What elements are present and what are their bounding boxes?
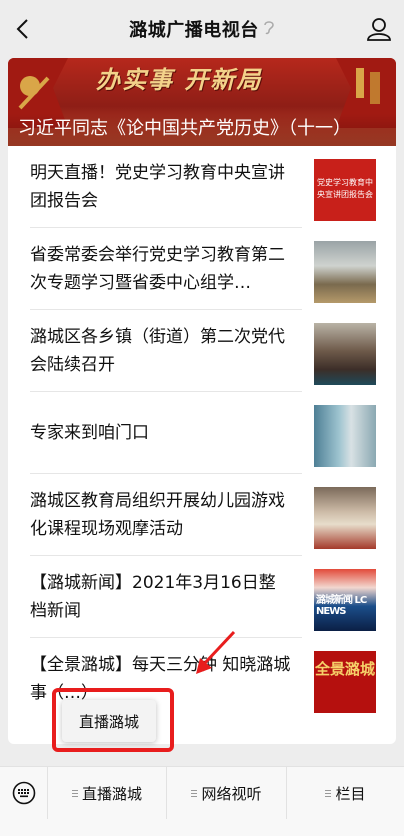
- tab-live[interactable]: 直播潞城: [48, 767, 167, 819]
- article-thumbnail: [314, 487, 376, 549]
- thumbnail-caption: 党史学习教育中央宣讲团报告会: [317, 178, 373, 199]
- article-title: 潞城区教育局组织开展幼儿园游戏化课程现场观摩活动: [30, 491, 285, 539]
- banner-caption[interactable]: 习近平同志《论中国共产党历史》（十一）: [8, 114, 396, 146]
- user-profile-button[interactable]: [366, 16, 392, 42]
- tab-columns[interactable]: 栏目: [287, 767, 404, 819]
- list-item[interactable]: 潞城区各乡镇（街道）第二次党代会陆续召开: [8, 310, 396, 392]
- top-bar: 潞城广播电视台: [0, 0, 404, 58]
- tab-network-video[interactable]: 网络视听: [167, 767, 287, 819]
- article-title: 专家来到咱门口: [30, 423, 149, 443]
- article-thumbnail: 潞城新闻 LC NEWS: [314, 569, 376, 631]
- banner-slogan: 办实事 开新局: [96, 65, 263, 94]
- menu-lines-icon: [191, 789, 198, 797]
- article-title: 潞城区各乡镇（街道）第二次党代会陆续召开: [30, 327, 285, 375]
- user-icon: [367, 18, 391, 41]
- banner[interactable]: 办实事 开新局 习近平同志《论中国共产党历史》（十一）: [8, 58, 396, 146]
- thumbnail-caption: 潞城新闻 LC NEWS: [316, 595, 367, 617]
- tab-label: 网络视听: [201, 784, 262, 803]
- keyboard-icon: [12, 781, 35, 805]
- bottom-menu-bar: 直播潞城 网络视听 栏目: [0, 766, 404, 836]
- article-thumbnail: [314, 241, 376, 303]
- article-thumbnail: 全景潞城: [314, 651, 376, 713]
- page-title: 潞城广播电视台: [129, 20, 259, 41]
- back-button[interactable]: [8, 14, 36, 44]
- list-item[interactable]: 专家来到咱门口: [8, 392, 396, 474]
- list-item[interactable]: 【潞城新闻】2021年3月16日整档新闻 潞城新闻 LC NEWS: [8, 556, 396, 638]
- menu-lines-icon: [71, 789, 78, 797]
- keyboard-toggle-button[interactable]: [0, 767, 48, 819]
- article-thumbnail: [314, 405, 376, 467]
- list-item[interactable]: 省委常委会举行党史学习教育第二次专题学习暨省委中心组学…: [8, 228, 396, 310]
- article-title: 明天直播！党史学习教育中央宣讲团报告会: [30, 163, 285, 211]
- annotation-arrow: [196, 630, 236, 674]
- ear-icon: [263, 19, 275, 39]
- chevron-left-icon: [16, 19, 28, 39]
- tab-label: 栏目: [335, 784, 366, 803]
- article-title: 省委常委会举行党史学习教育第二次专题学习暨省委中心组学…: [30, 245, 285, 293]
- article-title: 【潞城新闻】2021年3月16日整档新闻: [30, 573, 276, 621]
- tab-label: 直播潞城: [81, 784, 142, 803]
- list-item[interactable]: 明天直播！党史学习教育中央宣讲团报告会 党史学习教育中央宣讲团报告会: [8, 146, 396, 228]
- article-thumbnail: 党史学习教育中央宣讲团报告会: [314, 159, 376, 221]
- thumbnail-caption: 全景潞城: [314, 660, 375, 678]
- annotation-highlight-box: [52, 688, 174, 752]
- menu-lines-icon: [325, 789, 332, 797]
- article-thumbnail: [314, 323, 376, 385]
- list-item[interactable]: 潞城区教育局组织开展幼儿园游戏化课程现场观摩活动: [8, 474, 396, 556]
